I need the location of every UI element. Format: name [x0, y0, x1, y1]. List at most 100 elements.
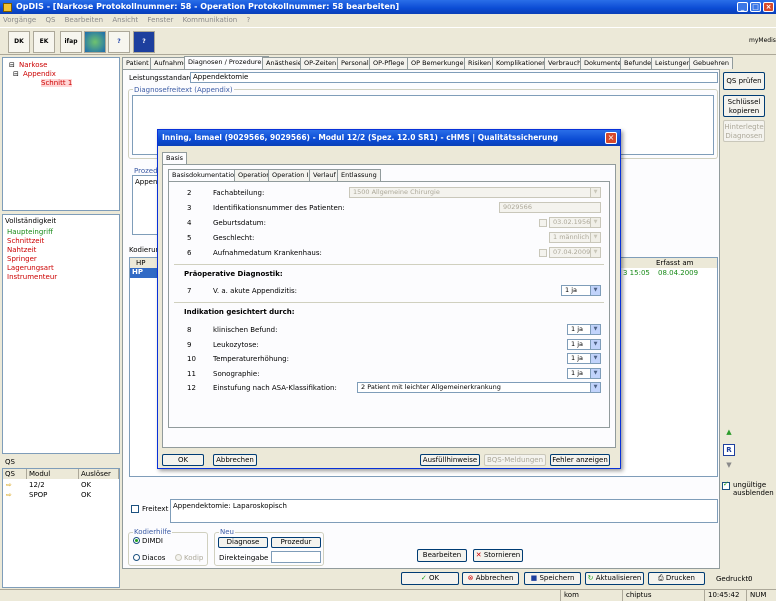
- abbrechen-button[interactable]: ⊗ Abbrechen: [462, 572, 519, 585]
- direkteingabe-label: Direkteingabe: [219, 554, 269, 562]
- hp-cell[interactable]: HP: [130, 268, 160, 278]
- ungueltige-checkbox[interactable]: ✓: [722, 480, 730, 490]
- help-book-icon[interactable]: ?: [133, 31, 155, 53]
- tab-befunde[interactable]: Befunde: [620, 57, 656, 69]
- aufnahmedatum-checkbox[interactable]: [539, 249, 547, 257]
- menu-vorgaenge[interactable]: Vorgänge: [3, 16, 36, 24]
- prozedur-button[interactable]: Prozedur: [271, 537, 321, 548]
- dialog-ok-button[interactable]: OK: [162, 454, 204, 466]
- menu-bearbeiten[interactable]: Bearbeiten: [65, 16, 103, 24]
- tab-personal[interactable]: Personal: [337, 57, 373, 69]
- tree-item-appendix[interactable]: Appendix: [23, 70, 56, 78]
- bearbeiten-button[interactable]: Bearbeiten: [417, 549, 467, 562]
- tab-dokumente[interactable]: Dokumente: [580, 57, 626, 69]
- kodierung-label: Kodierun: [129, 246, 160, 254]
- fehler-anzeigen-button[interactable]: Fehler anzeigen: [550, 454, 610, 466]
- qs-col-qs[interactable]: QS: [3, 469, 27, 479]
- dialog-abbrechen-button[interactable]: Abbrechen: [213, 454, 257, 466]
- befund-select[interactable]: 1 ja ▼: [567, 324, 601, 335]
- freitext-field[interactable]: Appendektomie: Laparoskopisch: [170, 499, 718, 523]
- dk-button[interactable]: DK: [8, 31, 30, 53]
- ek-button[interactable]: EK: [33, 31, 55, 53]
- leistungsstandard-field[interactable]: Appendektomie: [190, 72, 718, 83]
- drucken-button[interactable]: ⎙ Drucken: [648, 572, 705, 585]
- subtab-basisdokumentation[interactable]: Basisdokumentation: [168, 169, 243, 181]
- tab-diagnosen[interactable]: Diagnosen / Prozeduren: [184, 56, 270, 69]
- subtab-verlauf[interactable]: Verlauf: [309, 169, 340, 181]
- geschlecht-select[interactable]: 1 männlich ▼: [549, 232, 601, 243]
- tab-patient[interactable]: Patient: [122, 57, 153, 69]
- tab-basis[interactable]: Basis: [162, 152, 188, 164]
- refresh-r-icon[interactable]: R: [723, 444, 735, 456]
- geburtsdatum-checkbox[interactable]: [539, 219, 547, 227]
- menu-fenster[interactable]: Fenster: [147, 16, 173, 24]
- menu-kommunikation[interactable]: Kommunikation: [183, 16, 238, 24]
- diagnose-button[interactable]: Diagnose: [218, 537, 268, 548]
- tree-expand-icon[interactable]: ⊟: [9, 61, 15, 69]
- qs-row-modul[interactable]: SPOP: [29, 490, 47, 500]
- qs-col-ausloeser[interactable]: Auslöser: [79, 469, 119, 479]
- col-hp[interactable]: HP: [136, 259, 146, 267]
- ausfuellhinweise-button[interactable]: Ausfüllhinweise: [420, 454, 480, 466]
- ifap-button[interactable]: ifap: [60, 31, 82, 53]
- completeness-item: Nahtzeit: [7, 246, 37, 254]
- subtab-operation-ii[interactable]: Operation II: [268, 169, 315, 181]
- menu-qs[interactable]: QS: [45, 16, 55, 24]
- qs-row-modul[interactable]: 12/2: [29, 480, 45, 490]
- maximize-button[interactable]: □: [750, 2, 761, 12]
- tab-gebuehren[interactable]: Gebuehren: [689, 57, 734, 69]
- dimdi-radio[interactable]: [133, 537, 140, 544]
- freitext-checkbox[interactable]: [131, 505, 139, 513]
- asa-select[interactable]: 2 Patient mit leichter Allgemeinerkranku…: [357, 382, 601, 393]
- menu-ansicht[interactable]: Ansicht: [112, 16, 138, 24]
- leukozytose-select[interactable]: 1 ja ▼: [567, 339, 601, 350]
- dialog-title: Inning, Ismael (9029566, 9029566) - Modu…: [158, 130, 620, 146]
- globe-icon[interactable]: [84, 31, 106, 53]
- close-button[interactable]: ×: [763, 2, 774, 12]
- dimdi-label: DIMDI: [142, 537, 163, 545]
- check-icon: ✓: [420, 574, 427, 582]
- stornieren-button[interactable]: ✕ Stornieren: [473, 549, 523, 562]
- case-tree: ⊟ Narkose ⊟ Appendix Schnitt 1: [2, 57, 120, 211]
- aktualisieren-button[interactable]: ↻ Aktualisieren: [585, 572, 644, 585]
- tree-expand-icon[interactable]: ⊟: [13, 70, 19, 78]
- arrow-icon: ⇨: [6, 491, 12, 499]
- hinterlegte-diagnosen-button[interactable]: Hinterlegte Diagnosen: [723, 120, 765, 142]
- sonographie-select[interactable]: 1 ja ▼: [567, 368, 601, 379]
- dialog-close-icon[interactable]: ×: [605, 132, 617, 144]
- tab-komplikationen[interactable]: Komplikationen: [492, 57, 551, 69]
- patient-id-field[interactable]: 9029566: [499, 202, 601, 213]
- kodierhilfe-label: Kodierhilfe: [133, 528, 173, 536]
- aufnahmedatum-field[interactable]: 07.04.2009 ▼: [549, 247, 601, 258]
- kodip-radio[interactable]: [175, 554, 182, 561]
- schluessel-kopieren-button[interactable]: Schlüssel kopieren: [723, 95, 765, 117]
- qs-col-modul[interactable]: Modul: [27, 469, 79, 479]
- tab-risiken[interactable]: Risiken: [464, 57, 496, 69]
- bqs-meldungen-button[interactable]: BQS-Meldungen: [484, 454, 546, 466]
- row-appendizitis: 7 V. a. akute Appendizitis:: [187, 287, 298, 295]
- fachabteilung-select[interactable]: 1500 Allgemeine Chirurgie ▼: [349, 187, 601, 198]
- tree-item-narkose[interactable]: Narkose: [19, 61, 47, 69]
- menu-help[interactable]: ?: [246, 16, 250, 24]
- qs-pruefen-button[interactable]: QS prüfen: [723, 72, 765, 90]
- subtab-entlassung[interactable]: Entlassung: [337, 169, 381, 181]
- arrow-up-icon[interactable]: ▲: [723, 428, 735, 440]
- completeness-item: Instrumenteur: [7, 273, 58, 281]
- tab-op-bemerkungen[interactable]: OP Bemerkungen: [407, 57, 472, 69]
- tab-op-zeiten[interactable]: OP-Zeiten: [300, 57, 341, 69]
- ok-button[interactable]: ✓ OK: [401, 572, 459, 585]
- temperatur-select[interactable]: 1 ja ▼: [567, 353, 601, 364]
- neu-label: Neu: [219, 528, 235, 536]
- col-erfasst[interactable]: Erfasst am: [656, 259, 693, 267]
- help-chat-icon[interactable]: ?: [108, 31, 130, 53]
- minimize-button[interactable]: _: [737, 2, 748, 12]
- geburtsdatum-field[interactable]: 03.02.1956 ▼: [549, 217, 601, 228]
- arrow-down-icon[interactable]: ▼: [723, 461, 735, 473]
- speichern-button[interactable]: ■ Speichern: [524, 572, 581, 585]
- direkteingabe-input[interactable]: [271, 551, 321, 563]
- tree-item-schnitt[interactable]: Schnitt 1: [41, 79, 73, 87]
- section-indikation: Indikation gesichtert durch:: [184, 308, 295, 316]
- tab-op-pflege[interactable]: OP-Pflege: [369, 57, 409, 69]
- appendizitis-select[interactable]: 1 ja ▼: [561, 285, 601, 296]
- diacos-radio[interactable]: [133, 554, 140, 561]
